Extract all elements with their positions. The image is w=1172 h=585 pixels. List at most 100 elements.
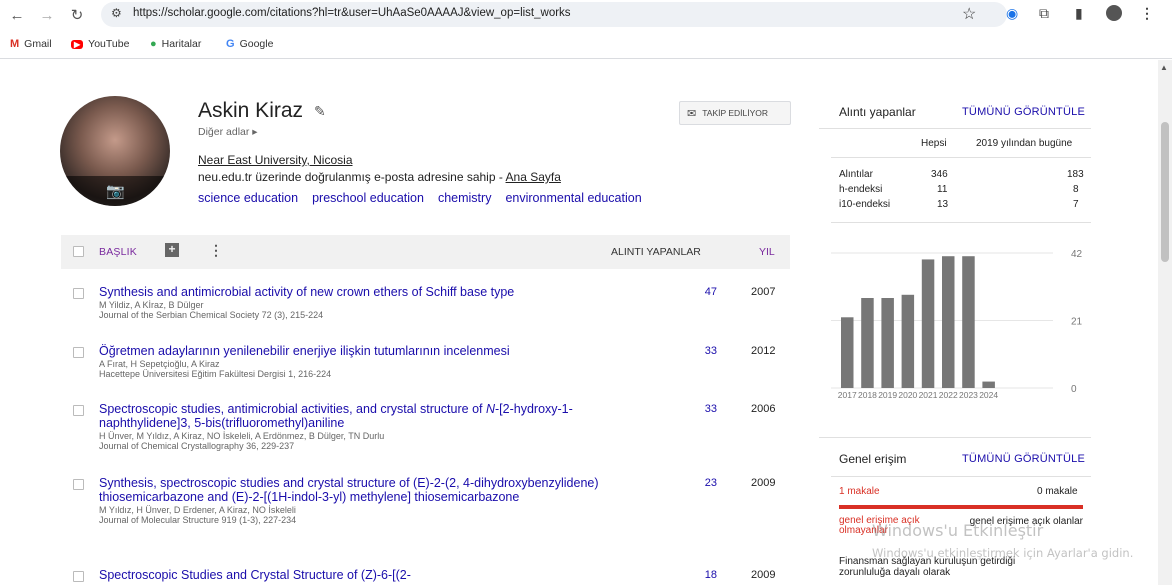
bar-2020[interactable] [901, 294, 915, 388]
y-tick-label: 21 [1071, 317, 1083, 328]
follow-button[interactable]: ✉ TAKİP EDİLİYOR [679, 101, 791, 125]
mail-check-icon: ✉ [687, 107, 697, 120]
read-aloud-icon[interactable]: ◉ [1006, 5, 1018, 22]
article-year: 2009 [751, 569, 776, 581]
article-title[interactable]: Synthesis, spectroscopic studies and cry… [99, 476, 599, 504]
interest-link[interactable]: chemistry [438, 191, 491, 205]
scroll-thumb[interactable] [1161, 122, 1169, 262]
x-tick-label: 2024 [979, 390, 998, 400]
more-options-icon[interactable]: ⋮ [209, 242, 223, 259]
article-cited-count[interactable]: 23 [687, 477, 717, 489]
affiliation-link[interactable]: Near East University, Nicosia [198, 153, 353, 167]
cited-by-view-all[interactable]: TÜMÜNÜ GÖRÜNTÜLE [962, 106, 1085, 118]
bookmark-google[interactable]: G Google [226, 38, 273, 50]
stat-label: Alıntılar [839, 169, 873, 180]
article-title[interactable]: Spectroscopic studies, antimicrobial act… [99, 402, 573, 430]
bookmark-label: Gmail [24, 38, 52, 50]
research-interests: science education preschool education ch… [198, 191, 642, 205]
article-checkbox[interactable] [73, 571, 84, 582]
article-checkbox[interactable] [73, 405, 84, 416]
article-authors: M Yıldız, H Ünver, D Erdener, A Kiraz, N… [99, 505, 296, 515]
menu-icon[interactable]: ⋮ [1140, 5, 1154, 22]
article-checkbox[interactable] [73, 479, 84, 490]
reload-icon[interactable]: ↻ [66, 4, 88, 26]
homepage-link[interactable]: Ana Sayfa [506, 170, 561, 184]
bar-2021[interactable] [921, 259, 935, 388]
divider [831, 476, 1091, 477]
divider [831, 157, 1091, 158]
article-year: 2009 [751, 477, 776, 489]
y-tick-label: 0 [1071, 384, 1077, 395]
profile-avatar[interactable] [1106, 5, 1122, 21]
not-available-count[interactable]: 1 makale [839, 486, 880, 497]
site-info-icon[interactable]: ⚙ [111, 6, 122, 20]
bar-2024[interactable] [982, 381, 995, 388]
article-year: 2007 [751, 286, 776, 298]
side-panel-icon[interactable]: ▮ [1075, 5, 1083, 22]
bar-2022[interactable] [942, 256, 955, 388]
citations-bar-chart: 0 21 42 2017 2018 2019 2020 2021 2022 2023 2024 [831, 249, 1083, 400]
profile-photo[interactable]: 📷 [60, 96, 170, 206]
windows-watermark-title: Windows'u Etkinleştir [872, 521, 1044, 540]
address-bar[interactable]: ⚙ https://scholar.google.com/citations?h… [101, 2, 1007, 27]
article-venue: Journal of the Serbian Chemical Society … [99, 310, 324, 320]
bookmark-star-icon[interactable]: ☆ [962, 4, 976, 24]
camera-icon[interactable]: 📷 [106, 182, 125, 200]
article-cited-count[interactable]: 47 [687, 286, 717, 298]
article-title[interactable]: Öğretmen adaylarının yenilenebilir enerj… [99, 344, 510, 358]
article-authors: M Yildiz, A Kİraz, B Dülger [99, 300, 204, 310]
back-icon[interactable]: ← [6, 4, 28, 26]
scroll-up-arrow-icon[interactable]: ▲ [1160, 63, 1168, 72]
article-title[interactable]: Spectroscopic Studies and Crystal Struct… [99, 568, 411, 582]
bookmark-maps[interactable]: ● Haritalar [150, 38, 201, 50]
bar-2023[interactable] [962, 256, 975, 388]
stat-since: 183 [1067, 169, 1084, 180]
bookmark-label: Haritalar [161, 38, 202, 50]
follow-label: TAKİP EDİLİYOR [702, 108, 769, 118]
forward-icon[interactable]: → [36, 4, 58, 26]
stat-all: 346 [931, 169, 948, 180]
available-count[interactable]: 0 makale [1037, 486, 1078, 497]
stat-since: 7 [1073, 199, 1079, 210]
bar-2017[interactable] [841, 317, 854, 388]
stat-label: i10-endeksi [839, 199, 891, 210]
x-tick-label: 2020 [898, 390, 917, 400]
add-article-icon[interactable]: + [165, 243, 179, 257]
bar-2018[interactable] [861, 298, 874, 388]
google-icon: G [226, 38, 235, 50]
interest-link[interactable]: science education [198, 191, 298, 205]
public-access-title: Genel erişim [839, 452, 907, 466]
article-cited-count[interactable]: 18 [687, 569, 717, 581]
sort-year[interactable]: YIL [759, 246, 775, 258]
article-venue: Hacettepe Üniversitesi Eğitim Fakültesi … [99, 369, 332, 379]
profile-name: Askin Kiraz [198, 99, 304, 122]
article-checkbox[interactable] [73, 347, 84, 358]
stat-all: 11 [937, 184, 948, 195]
bookmark-label: Google [239, 38, 274, 50]
sort-cited-by[interactable]: ALINTI YAPANLAR [611, 246, 701, 258]
other-names-link[interactable]: Diğer adlar ▸ [198, 126, 258, 138]
article-cited-count[interactable]: 33 [687, 345, 717, 357]
public-access-view-all[interactable]: TÜMÜNÜ GÖRÜNTÜLE [962, 453, 1085, 465]
browser-toolbar: ← → ↻ ⚙ https://scholar.google.com/citat… [0, 0, 1172, 30]
edit-pencil-icon[interactable]: ✎ [314, 103, 326, 120]
article-checkbox[interactable] [73, 288, 84, 299]
article-authors: H Ünver, M Yıldız, A Kiraz, NO İskeleli,… [99, 431, 385, 441]
select-all-checkbox[interactable] [73, 246, 84, 257]
bookmark-gmail[interactable]: M Gmail [10, 38, 52, 50]
bookmark-youtube[interactable]: ▶ YouTube [71, 38, 129, 50]
extensions-icon[interactable]: ⧉ [1039, 5, 1049, 22]
article-authors: A Fırat, H Sepetçioğlu, A Kiraz [99, 359, 220, 369]
article-year: 2006 [751, 403, 776, 415]
bookmarks-bar: M Gmail ▶ YouTube ● Haritalar G Google [0, 30, 1172, 59]
windows-watermark-subtitle: Windows'u etkinleştirmek için Ayarlar'a … [872, 546, 1134, 560]
interest-link[interactable]: preschool education [312, 191, 424, 205]
divider [819, 128, 1091, 129]
interest-link[interactable]: environmental education [505, 191, 641, 205]
sort-title[interactable]: BAŞLIK [99, 246, 137, 258]
article-cited-count[interactable]: 33 [687, 403, 717, 415]
x-tick-label: 2019 [878, 390, 897, 400]
stat-label: h-endeksi [839, 184, 883, 195]
bar-2019[interactable] [881, 298, 894, 388]
article-title[interactable]: Synthesis and antimicrobial activity of … [99, 285, 514, 299]
